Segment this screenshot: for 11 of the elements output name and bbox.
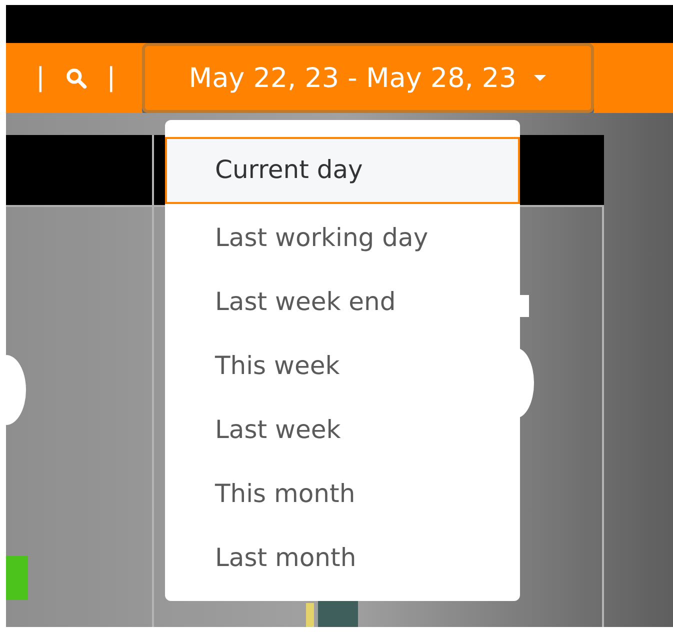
search-icon[interactable]: [64, 67, 87, 89]
menu-item[interactable]: Last week: [165, 396, 520, 460]
menu-item[interactable]: Last working day: [165, 204, 520, 268]
menu-item[interactable]: Current day: [165, 137, 520, 204]
menu-item[interactable]: This week: [165, 332, 520, 396]
menu-item[interactable]: Last month: [165, 524, 520, 588]
menu-item[interactable]: This month: [165, 460, 520, 524]
separator: |: [36, 63, 45, 93]
caret-icon: [534, 75, 546, 81]
separator: |: [106, 63, 116, 93]
menu-item[interactable]: Last week end: [165, 268, 520, 332]
